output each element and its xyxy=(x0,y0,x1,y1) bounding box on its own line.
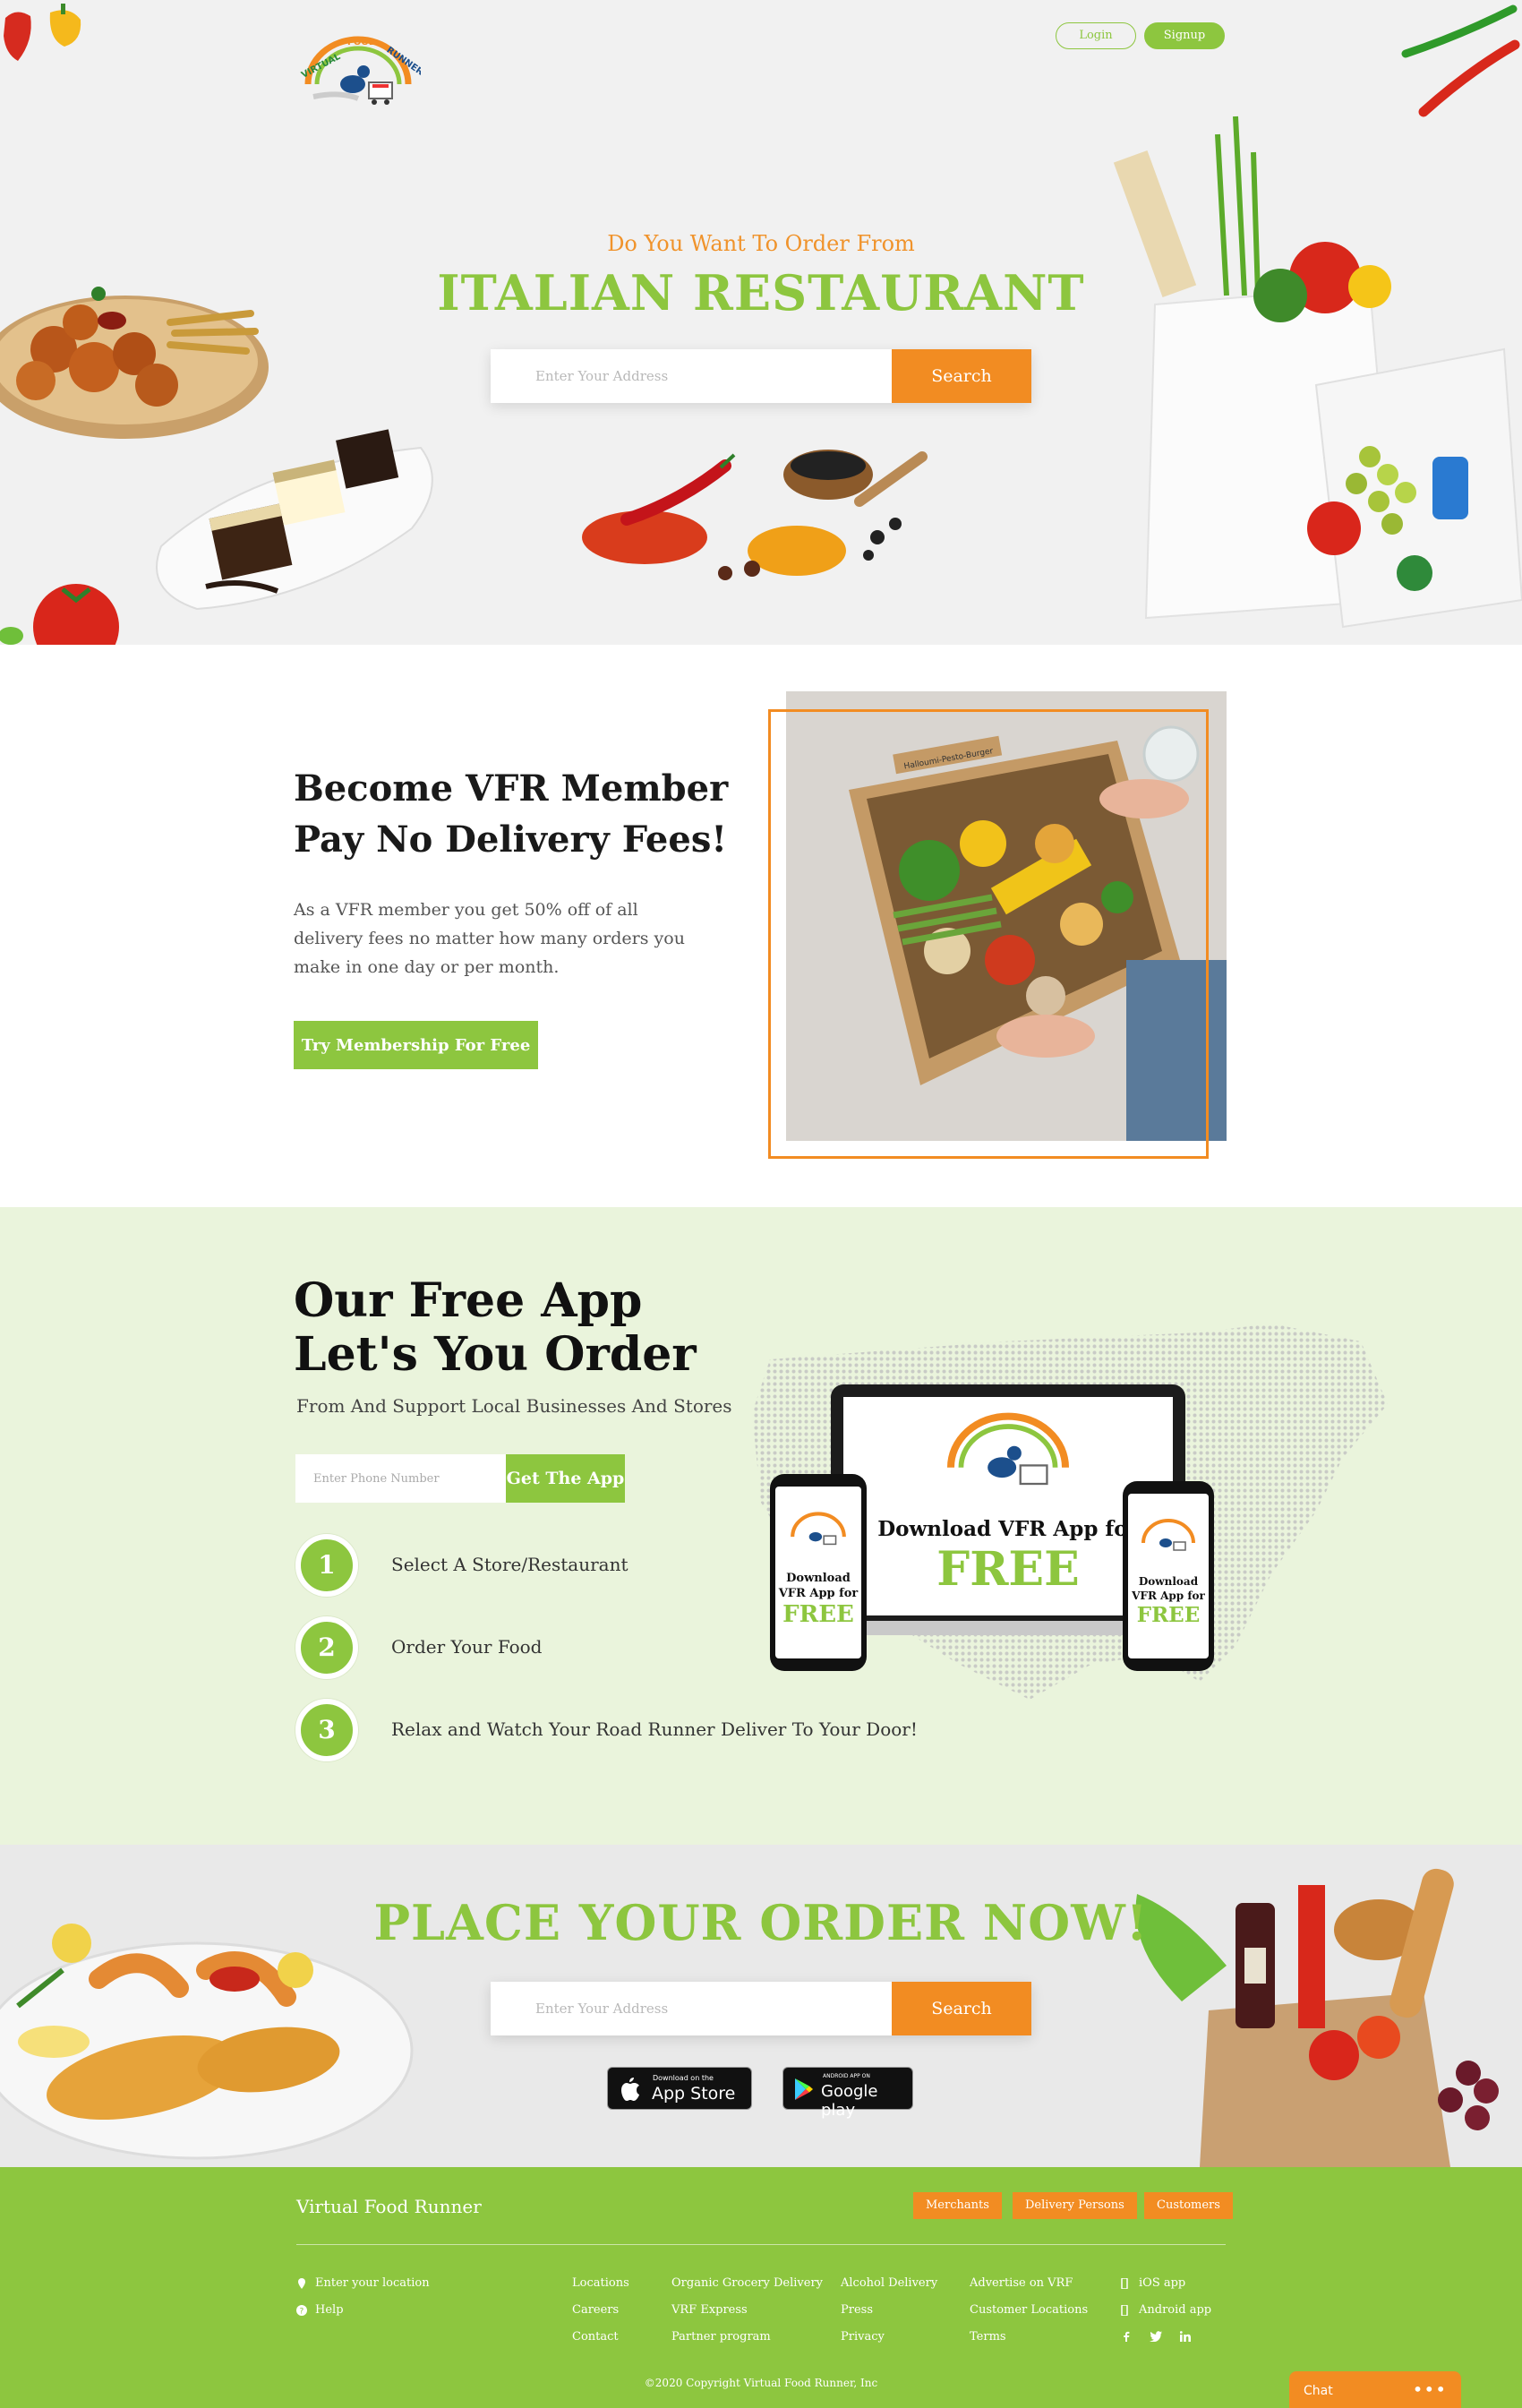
footer-divider xyxy=(296,2244,1226,2245)
phone-right-line2: VFR App for xyxy=(1132,1590,1205,1602)
step-3: 3 Relax and Watch Your Road Runner Deliv… xyxy=(295,1699,922,1761)
app-title-line2: Let's You Order xyxy=(294,1327,697,1382)
google-play-small-text: ANDROID APP ON xyxy=(823,2073,870,2079)
app-subtitle: From And Support Local Businesses And St… xyxy=(296,1395,732,1417)
footer-link-organic-grocery[interactable]: Organic Grocery Delivery xyxy=(671,2276,823,2290)
chat-widget[interactable]: Chat ••• xyxy=(1289,2371,1461,2408)
app-store-small-text: Download on the xyxy=(653,2074,714,2082)
hero-search-bar: Search xyxy=(491,349,1031,403)
mobile-phone-icon xyxy=(1121,2278,1128,2289)
phone-mockup-left: Download VFR App for FREE xyxy=(770,1474,867,1671)
footer-link-partner-program[interactable]: Partner program xyxy=(671,2330,771,2344)
image-frame xyxy=(768,709,1209,1159)
help-link[interactable]: Help xyxy=(315,2303,344,2317)
svg-text:?: ? xyxy=(300,2308,304,2317)
footer-link-locations[interactable]: Locations xyxy=(572,2276,629,2290)
footer-link-android-app[interactable]: Android app xyxy=(1139,2303,1211,2317)
vfr-logo-phone-right xyxy=(1142,1519,1195,1551)
mobile-phone-icon xyxy=(1121,2305,1128,2316)
phone-mockup-right: Download VFR App for FREE xyxy=(1123,1481,1214,1671)
google-play-button[interactable]: ANDROID APP ON Google play xyxy=(782,2067,913,2120)
order-address-input[interactable] xyxy=(491,1982,892,2035)
hero-section: VIRTUAL FOOD RUNNER Login Signup Do You … xyxy=(0,0,1522,645)
hero-search-button[interactable]: Search xyxy=(892,349,1031,403)
step-text: Relax and Watch Your Road Runner Deliver… xyxy=(391,1718,918,1740)
apple-icon xyxy=(621,2078,639,2101)
step-number: 3 xyxy=(295,1699,358,1761)
peppers-top-left-image xyxy=(4,4,81,62)
delivery-persons-button[interactable]: Delivery Persons xyxy=(1013,2192,1137,2219)
login-button[interactable]: Login xyxy=(1056,22,1136,49)
app-store-big-text: App Store xyxy=(652,2084,736,2104)
merchants-button[interactable]: Merchants xyxy=(913,2192,1002,2219)
vfr-logo-phone-left xyxy=(791,1512,846,1546)
google-play-icon xyxy=(795,2078,813,2100)
step-number: 2 xyxy=(295,1616,358,1679)
footer-link-vrf-express[interactable]: VRF Express xyxy=(671,2303,748,2317)
step-number: 1 xyxy=(295,1534,358,1597)
vfr-logo[interactable]: VIRTUAL FOOD RUNNER xyxy=(295,32,421,115)
grocery-bags-image xyxy=(1113,116,1522,629)
step-text: Order Your Food xyxy=(391,1636,543,1658)
order-now-title: PLACE YOUR ORDER NOW! xyxy=(373,1894,1149,1951)
footer-link-advertise[interactable]: Advertise on VRF xyxy=(970,2276,1073,2290)
phone-right-line1: Download xyxy=(1138,1575,1199,1588)
app-title-line1: Our Free App xyxy=(294,1273,643,1328)
membership-title: Become VFR Member Pay No Delivery Fees! xyxy=(294,763,759,865)
cake-plate-image xyxy=(156,429,433,611)
phone-left-free: FREE xyxy=(782,1601,854,1628)
membership-title-line2: Pay No Delivery Fees! xyxy=(294,818,727,861)
footer-link-terms[interactable]: Terms xyxy=(970,2330,1006,2344)
app-promo-section: Our Free App Let's You Order From And Su… xyxy=(0,1207,1522,1845)
phone-right-text: Download VFR App for FREE xyxy=(1123,1574,1214,1628)
footer-brand: Virtual Food Runner xyxy=(296,2196,482,2217)
footer-link-press[interactable]: Press xyxy=(841,2303,873,2317)
footer-link-ios-app[interactable]: iOS app xyxy=(1139,2276,1185,2290)
signup-button[interactable]: Signup xyxy=(1144,22,1225,49)
hero-subtitle: Do You Want To Order From xyxy=(607,231,915,256)
twitter-icon[interactable] xyxy=(1150,2331,1162,2342)
enter-location-link[interactable]: Enter your location xyxy=(315,2276,430,2290)
order-search-bar: Search xyxy=(491,1982,1031,2035)
membership-section: Become VFR Member Pay No Delivery Fees! … xyxy=(0,645,1522,1207)
order-now-section: PLACE YOUR ORDER NOW! Search Download on… xyxy=(0,1845,1522,2167)
footer-link-privacy[interactable]: Privacy xyxy=(841,2330,885,2344)
phone-right-free: FREE xyxy=(1136,1603,1201,1627)
more-options-icon[interactable]: ••• xyxy=(1413,2378,1447,2400)
phone-left-line2: VFR App for xyxy=(778,1587,859,1600)
step-text: Select A Store/Restaurant xyxy=(391,1554,628,1575)
phone-number-input[interactable] xyxy=(295,1454,506,1503)
facebook-icon[interactable] xyxy=(1121,2331,1132,2342)
svg-text:FOOD: FOOD xyxy=(347,38,376,47)
hero-address-input[interactable] xyxy=(491,349,892,403)
try-membership-button[interactable]: Try Membership For Free xyxy=(294,1021,538,1069)
footer-link-alcohol-delivery[interactable]: Alcohol Delivery xyxy=(841,2276,937,2290)
location-pin-icon xyxy=(298,2278,305,2289)
phone-left-text: Download VFR App for FREE xyxy=(770,1571,867,1628)
footer-link-customer-locations[interactable]: Customer Locations xyxy=(970,2303,1088,2317)
linkedin-icon[interactable] xyxy=(1180,2331,1191,2342)
get-the-app-button[interactable]: Get The App xyxy=(506,1454,625,1503)
hero-title: ITALIAN RESTAURANT xyxy=(437,264,1085,321)
membership-description: As a VFR member you get 50% off of all d… xyxy=(294,900,685,977)
footer-link-careers[interactable]: Careers xyxy=(572,2303,619,2317)
order-search-button[interactable]: Search xyxy=(892,1982,1031,2035)
footer-link-contact[interactable]: Contact xyxy=(572,2330,619,2344)
tomato-image xyxy=(0,584,119,645)
google-play-big-text: Google play xyxy=(821,2082,878,2120)
app-store-button[interactable]: Download on the App Store xyxy=(607,2067,752,2110)
customers-button[interactable]: Customers xyxy=(1144,2192,1233,2219)
help-icon: ? xyxy=(296,2305,307,2316)
spices-image xyxy=(582,450,928,580)
phone-left-line1: Download xyxy=(786,1572,851,1585)
membership-title-line1: Become VFR Member xyxy=(294,767,729,810)
chat-label: Chat xyxy=(1304,2384,1333,2398)
vfr-logo-laptop xyxy=(947,1412,1069,1486)
app-title: Our Free App Let's You Order xyxy=(294,1274,759,1382)
